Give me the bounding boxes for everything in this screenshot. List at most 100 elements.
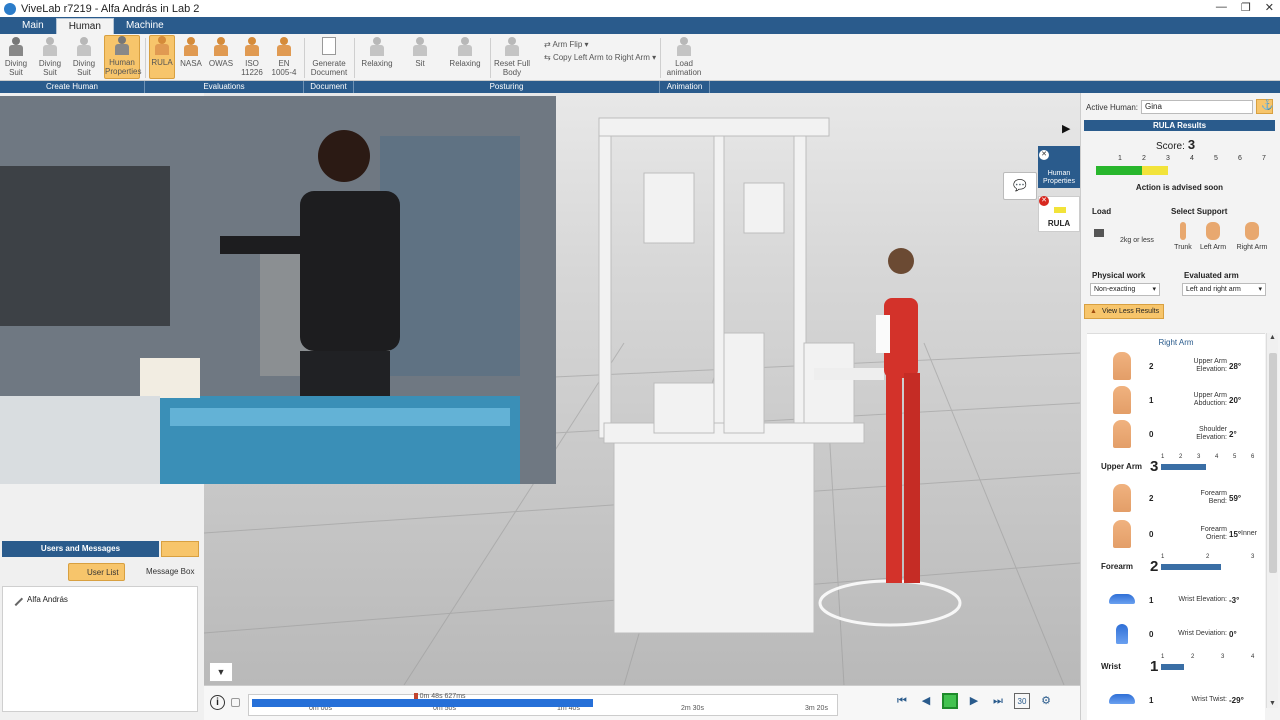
support-right-arm[interactable]: Right Arm (1236, 222, 1268, 252)
score-scale-bar (1096, 166, 1168, 175)
support-left-arm[interactable]: Left Arm (1199, 222, 1227, 252)
close-button[interactable]: ✕ (1265, 1, 1274, 14)
section-document: Document (304, 81, 354, 93)
row-label: Upper Arm Elevation: (1193, 358, 1227, 373)
arm-flip-button[interactable]: ⇄ Arm Flip ▾ (544, 38, 656, 51)
row-score: 2 (1149, 362, 1154, 371)
collapse-photo-button[interactable]: ▼ (209, 662, 233, 682)
scale-number: 6 (1238, 155, 1242, 162)
user-list-tab[interactable]: User List (68, 563, 125, 581)
scroll-up-icon[interactable]: ▲ (1269, 334, 1276, 341)
active-human-label: Active Human: (1086, 103, 1139, 112)
user-entry[interactable]: Alfa András (27, 595, 68, 604)
speed-badge[interactable]: 30 (1014, 693, 1030, 709)
detail-scrollbar[interactable]: ▲ ▼ (1266, 333, 1278, 708)
summary-score: 3 (1150, 458, 1159, 475)
skip-end-icon[interactable]: ⏭ (990, 693, 1006, 709)
skip-start-icon[interactable]: ⏮ (894, 693, 910, 709)
summary-tick: 1 (1161, 654, 1165, 660)
load-animation-button[interactable]: Load animation (666, 37, 702, 77)
panel-toggle-arrow[interactable]: ▶ (1062, 120, 1076, 138)
support-right-arm-label: Right Arm (1236, 244, 1268, 251)
step-back-icon[interactable]: ◀ (918, 693, 934, 709)
diving-suit-button-1[interactable]: Diving Suit (4, 37, 28, 77)
comment-button[interactable]: 💬 (1003, 172, 1037, 200)
load-figure-icon[interactable] (1092, 223, 1108, 251)
wrist-elevation-icon (1109, 594, 1135, 604)
tab-machine[interactable]: Machine (114, 18, 176, 34)
physical-work-label: Physical work (1092, 271, 1146, 280)
scroll-down-icon[interactable]: ▼ (1269, 700, 1276, 707)
evaluated-arm-select[interactable]: Left and right arm (1182, 283, 1266, 296)
anchor-icon: ⚓ (1261, 100, 1274, 111)
lock-icon[interactable] (231, 698, 240, 707)
support-trunk[interactable]: Trunk (1174, 222, 1192, 252)
scroll-thumb[interactable] (1269, 353, 1277, 573)
sit-icon (413, 37, 427, 56)
step-forward-icon[interactable]: ▶ (966, 693, 982, 709)
ribbon-separator (660, 38, 661, 78)
summary-score: 2 (1150, 558, 1159, 575)
copy-arm-button[interactable]: ⇆ Copy Left Arm to Right Arm ▾ (544, 51, 656, 64)
row-label: Wrist Deviation: (1178, 630, 1227, 637)
tab-human[interactable]: Human (55, 18, 114, 34)
diving-suit-button-2[interactable]: Diving Suit (38, 37, 62, 77)
rula-icon (155, 36, 169, 55)
comment-icon: 💬 (1013, 180, 1027, 192)
diving-suit-button-3[interactable]: Diving Suit (72, 37, 96, 77)
diving-suit-label-2: Diving Suit (38, 59, 62, 77)
row-value: 2° (1229, 430, 1237, 439)
human-properties-label: Human Properties (105, 58, 142, 76)
settings-gear-icon[interactable]: ⚙ (1038, 693, 1054, 709)
row-score: 2 (1149, 494, 1154, 503)
human-figure-icon (77, 37, 91, 56)
relaxing-button-1[interactable]: Relaxing (360, 37, 394, 68)
stop-button[interactable] (942, 693, 958, 709)
left-arm-icon (1206, 222, 1220, 240)
reset-full-body-button[interactable]: Reset Full Body (494, 37, 530, 77)
users-dropdown-button[interactable] (161, 541, 199, 557)
en-icon (277, 37, 291, 56)
message-box-tab[interactable]: Message Box (128, 563, 199, 581)
arm-flip-label: Arm Flip (552, 40, 583, 49)
ribbon-separator (490, 38, 491, 78)
row-extra: Inner (1241, 530, 1257, 537)
row-value: 20° (1229, 396, 1242, 405)
scale-number: 2 (1142, 155, 1146, 162)
en-1005-button[interactable]: EN 1005-4 (271, 37, 297, 77)
rula-button[interactable]: RULA (149, 35, 175, 79)
ribbon-separator (354, 38, 355, 78)
iso-11226-button[interactable]: ISO 11226 (240, 37, 264, 77)
anchor-button[interactable]: ⚓ (1256, 99, 1273, 114)
rula-score: Score: 3 (1156, 137, 1195, 152)
support-left-arm-label: Left Arm (1199, 244, 1227, 251)
relaxing-button-2[interactable]: Relaxing (448, 37, 482, 68)
summary-label: Upper Arm (1101, 462, 1143, 471)
viewport-side-panel: Human Properties RULA ✕ ✕ (1034, 146, 1080, 236)
owas-button[interactable]: OWAS (208, 37, 234, 68)
maximize-button[interactable]: ❐ (1241, 1, 1251, 14)
load-animation-label: Load animation (666, 59, 702, 77)
close-icon[interactable]: ✕ (1039, 150, 1049, 160)
relaxing-icon (458, 37, 472, 56)
close-icon[interactable]: ✕ (1039, 196, 1049, 206)
row-label: Upper Arm Abduction: (1193, 392, 1227, 407)
timeline-bar: i 0m 48s 627ms 0m 00s 0m 50s 1m 40s 2m 3… (204, 685, 1080, 720)
section-title: Right Arm (1158, 338, 1194, 347)
list-item: 2 Upper Arm Elevation: 28° (1087, 350, 1265, 382)
view-less-results-button[interactable]: View Less Results (1084, 304, 1164, 319)
title-bar: ViveLab r7219 - Alfa András in Lab 2 — ❐… (0, 0, 1280, 17)
generate-document-button[interactable]: Generate Document (310, 37, 348, 77)
human-properties-button[interactable]: Human Properties (104, 35, 142, 79)
ribbon-section-bar: Create Human Evaluations Document Postur… (0, 81, 1280, 93)
document-icon (322, 37, 336, 55)
info-icon[interactable]: i (210, 695, 225, 710)
minimize-button[interactable]: — (1216, 1, 1227, 14)
summary-tick: 4 (1251, 654, 1255, 660)
sit-button[interactable]: Sit (408, 37, 432, 68)
tab-main[interactable]: Main (10, 18, 56, 34)
active-human-field[interactable]: Gina (1141, 100, 1253, 114)
reference-video-frame (0, 96, 556, 484)
nasa-button[interactable]: NASA (179, 37, 203, 68)
physical-work-select[interactable]: Non-exacting (1090, 283, 1160, 296)
